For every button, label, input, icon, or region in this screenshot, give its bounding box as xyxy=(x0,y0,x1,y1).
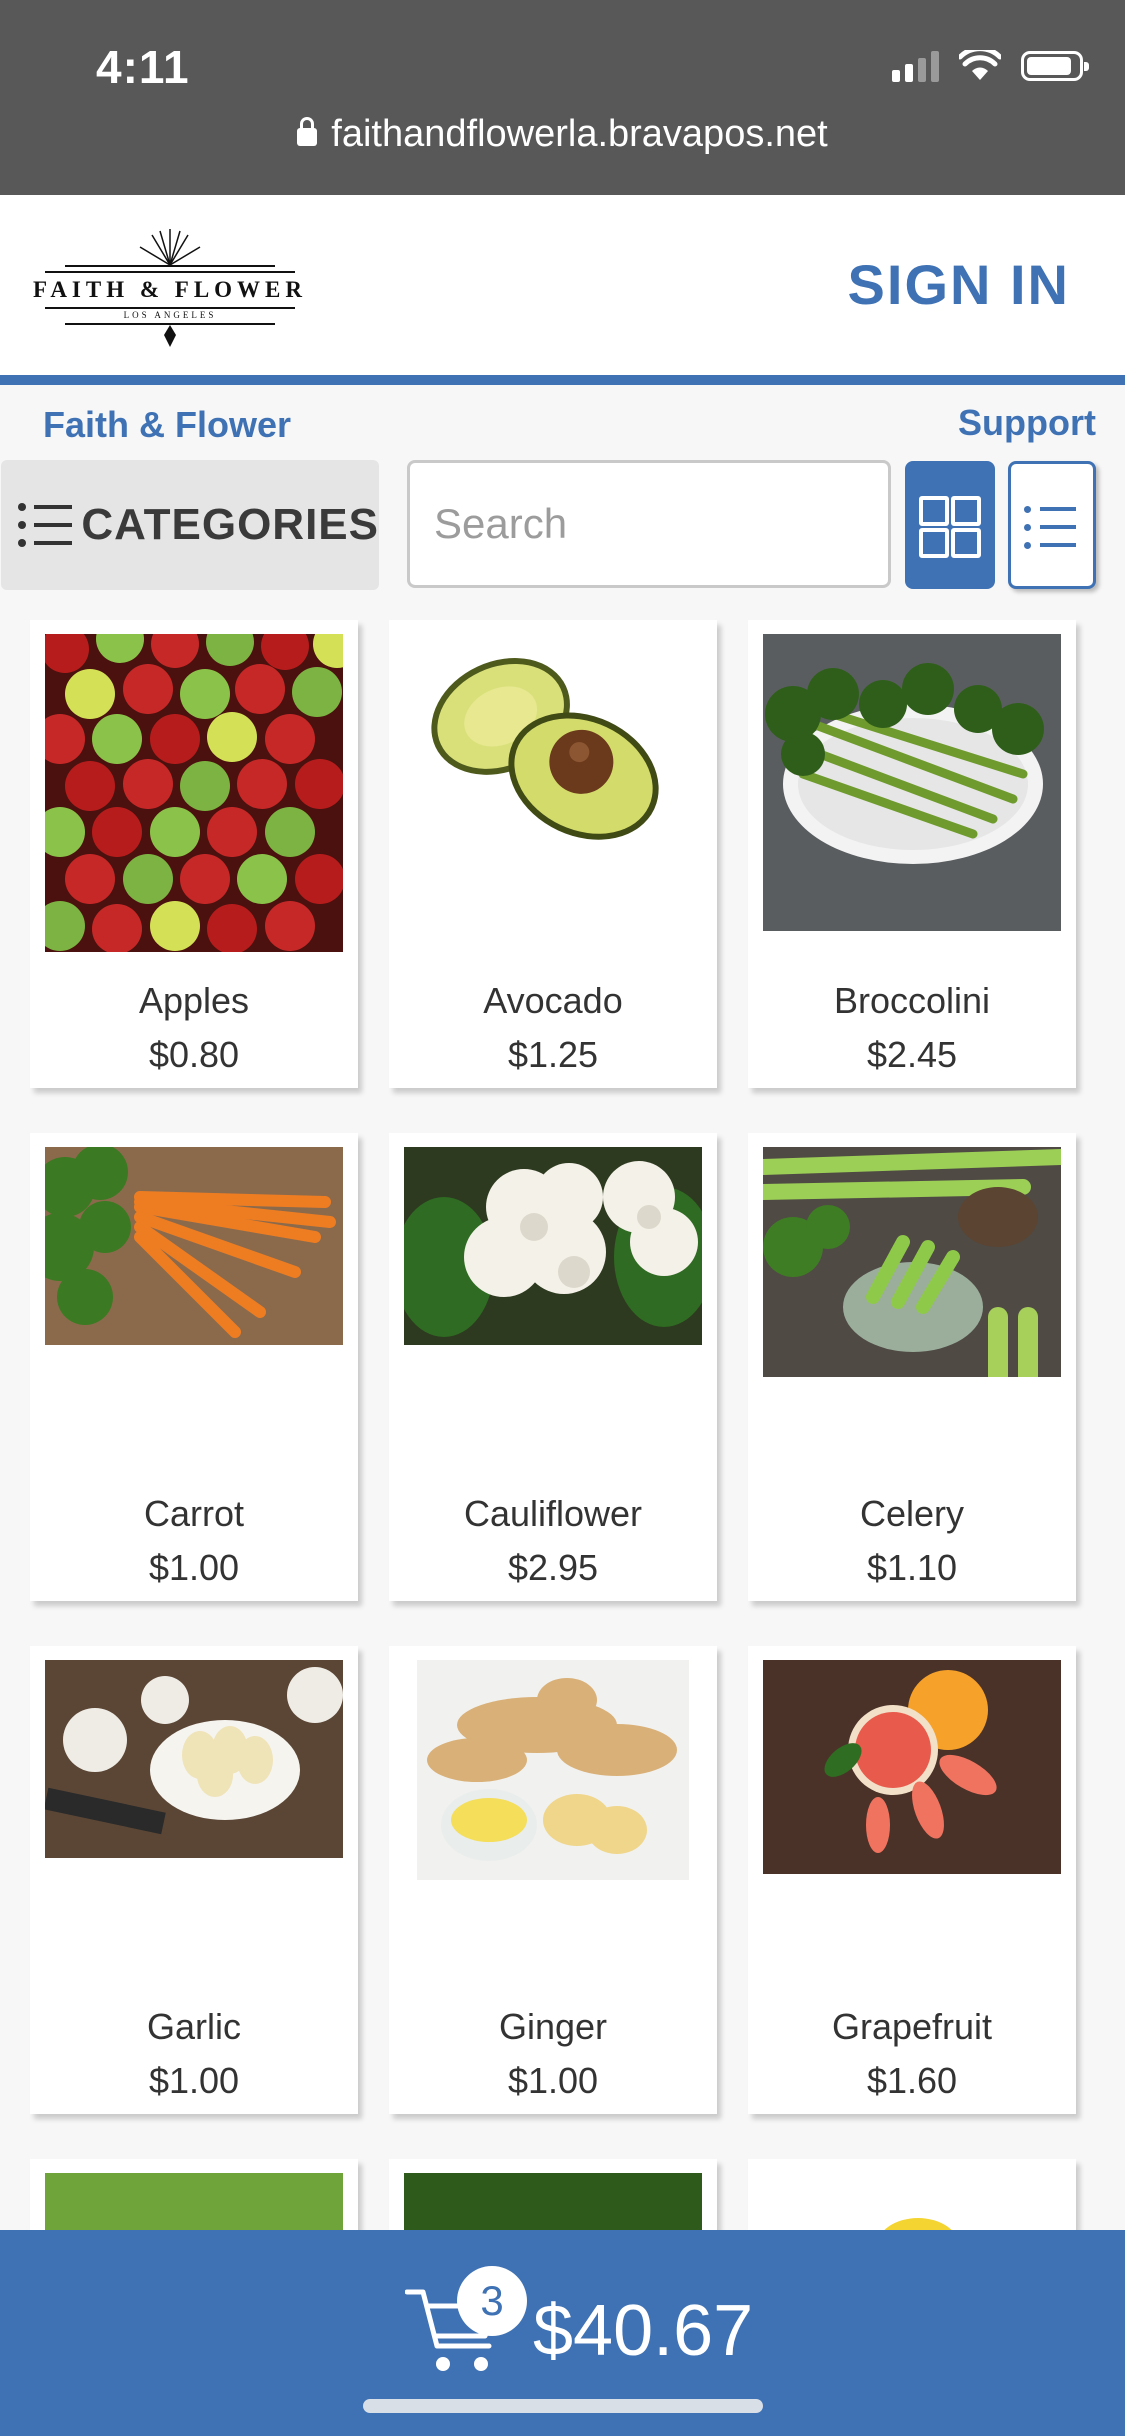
product-card-avocado[interactable]: Avocado $1.25 xyxy=(389,620,717,1088)
product-card-cauliflower[interactable]: Cauliflower $2.95 xyxy=(389,1133,717,1601)
wifi-icon xyxy=(959,50,1001,80)
product-price: $1.00 xyxy=(148,2060,240,2101)
product-card-apples[interactable]: Apples $0.80 xyxy=(30,620,358,1088)
product-price: $1.00 xyxy=(148,1547,240,1588)
product-price: $2.45 xyxy=(866,1034,958,1075)
search-input[interactable] xyxy=(407,460,891,588)
header-divider xyxy=(0,375,1125,385)
cellular-signal-icon xyxy=(892,50,939,82)
grapefruit-image xyxy=(763,1660,1061,1874)
brand-logo[interactable]: FAITH & FLOWER LOS ANGELES xyxy=(30,225,310,347)
home-indicator[interactable] xyxy=(363,2399,763,2413)
celery-image xyxy=(763,1147,1061,1377)
product-name: Avocado xyxy=(483,980,623,1021)
lock-icon xyxy=(297,117,318,146)
product-name: Cauliflower xyxy=(463,1493,643,1534)
logo-rule xyxy=(45,271,295,273)
categories-label: CATEGORIES xyxy=(81,500,379,549)
product-card-ginger[interactable]: Ginger $1.00 xyxy=(389,1646,717,2114)
categories-button[interactable]: CATEGORIES xyxy=(1,460,379,590)
product-card-grapefruit[interactable]: Grapefruit $1.60 xyxy=(748,1646,1076,2114)
product-card-partial[interactable] xyxy=(389,2159,717,2243)
menu-list-icon xyxy=(18,503,72,547)
cart-count-badge: 3 xyxy=(457,2266,527,2336)
logo-rule xyxy=(65,265,275,267)
product-card-celery[interactable]: Celery $1.10 xyxy=(748,1133,1076,1601)
product-name: Apples xyxy=(138,980,250,1021)
url-text: faithandflowerla.bravapos.net xyxy=(331,113,828,155)
list-view-button[interactable] xyxy=(1008,461,1096,589)
product-price: $1.00 xyxy=(507,2060,599,2101)
ginger-image xyxy=(417,1660,689,1880)
product-price: $0.80 xyxy=(148,1034,240,1075)
site-header: FAITH & FLOWER LOS ANGELES SIGN IN xyxy=(0,195,1125,375)
product-card-garlic[interactable]: Garlic $1.00 xyxy=(30,1646,358,2114)
sunburst-icon xyxy=(139,229,201,266)
broccolini-image xyxy=(763,634,1061,931)
product-card-partial[interactable] xyxy=(30,2159,358,2243)
browser-status-bar: 4:11 faithandflowerla.bravapos.net xyxy=(0,0,1125,195)
logo-title: FAITH & FLOWER xyxy=(32,277,308,302)
grid-icon xyxy=(919,496,981,558)
logo-subtitle: LOS ANGELES xyxy=(123,310,217,320)
sign-in-button[interactable]: SIGN IN xyxy=(848,252,1070,317)
product-card-carrot[interactable]: Carrot $1.00 xyxy=(30,1133,358,1601)
store-breadcrumb-link[interactable]: Faith & Flower xyxy=(43,404,291,446)
grid-view-button[interactable] xyxy=(905,461,995,589)
cauliflower-image xyxy=(404,1147,702,1345)
carrot-image xyxy=(45,1147,343,1345)
avocado-image xyxy=(404,634,702,874)
list-icon xyxy=(1024,506,1080,550)
logo-drop-ornament xyxy=(164,325,176,347)
product-name: Grapefruit xyxy=(831,2006,993,2047)
product-name: Celery xyxy=(859,1493,965,1534)
product-name: Broccolini xyxy=(833,980,991,1021)
product-name: Ginger xyxy=(498,2006,608,2047)
product-price: $2.95 xyxy=(507,1547,599,1588)
apples-image xyxy=(45,634,343,952)
product-name: Garlic xyxy=(146,2006,241,2047)
product-price: $1.60 xyxy=(866,2060,958,2101)
status-time: 4:11 xyxy=(96,41,190,93)
support-link[interactable]: Support xyxy=(958,402,1096,444)
cart-total: $40.67 xyxy=(533,2291,754,2371)
product-name: Carrot xyxy=(143,1493,245,1534)
garlic-image xyxy=(45,1660,343,1858)
product-price: $1.10 xyxy=(866,1547,958,1588)
address-bar[interactable]: faithandflowerla.bravapos.net xyxy=(0,113,1125,156)
status-icons xyxy=(892,50,1089,82)
battery-icon xyxy=(1021,51,1089,81)
product-price: $1.25 xyxy=(507,1034,599,1075)
logo-rule xyxy=(45,307,295,309)
product-card-partial[interactable] xyxy=(748,2159,1076,2243)
product-card-broccolini[interactable]: Broccolini $2.45 xyxy=(748,620,1076,1088)
